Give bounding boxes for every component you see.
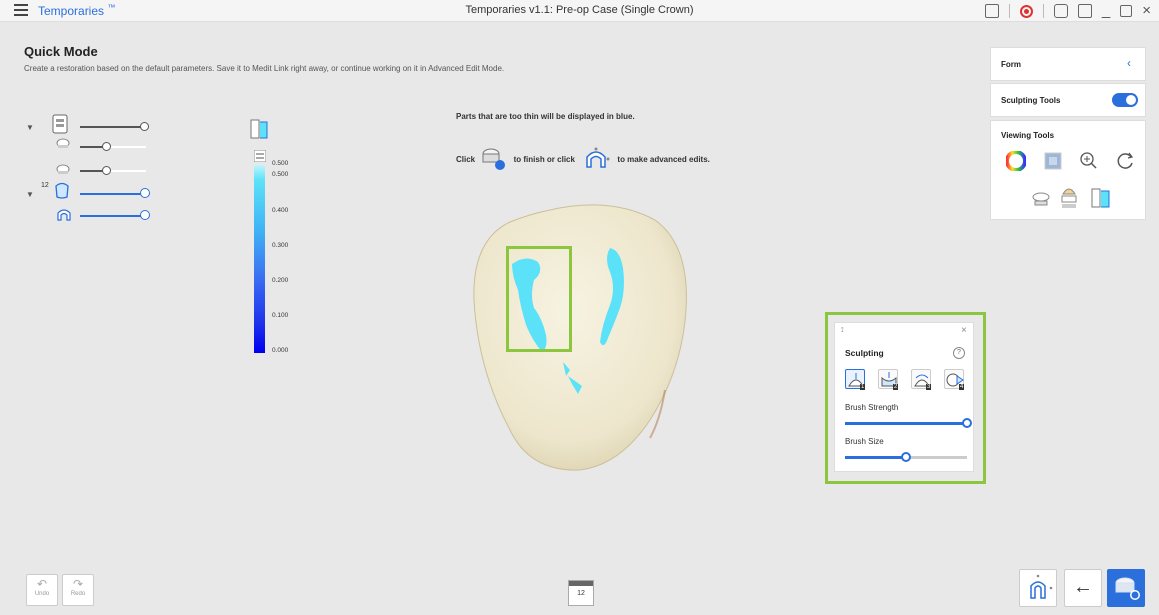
- form-label: Form: [1001, 60, 1021, 69]
- advanced-edit-icon: [1030, 574, 1053, 599]
- window-controls: _ ×: [984, 2, 1151, 20]
- restoration-opacity-slider-track[interactable]: [80, 215, 144, 217]
- divider: [1008, 4, 1010, 18]
- opacity-slider-rest: [106, 170, 146, 172]
- close-icon[interactable]: ×: [961, 325, 967, 336]
- collapse-chevron-icon[interactable]: ‹: [1127, 56, 1131, 70]
- crown-3d-model[interactable]: [460, 200, 700, 490]
- opacity-slider-knob[interactable]: [140, 122, 149, 131]
- finish-restoration-icon: [482, 148, 506, 170]
- undo-icon: ↶: [36, 577, 48, 591]
- restoration-opacity-slider-knob[interactable]: [140, 210, 150, 220]
- brush-size-label: Brush Size: [845, 437, 884, 446]
- redo-button[interactable]: ↷ Redo: [62, 574, 94, 606]
- help-icon[interactable]: ?: [953, 347, 965, 359]
- color-bar-label: 0.000: [272, 347, 289, 354]
- redo-label: Redo: [70, 591, 86, 597]
- tooth-selector-button[interactable]: 12: [568, 580, 594, 606]
- calendar-day: 12: [577, 590, 585, 597]
- color-bar-label: 0.500: [272, 160, 289, 167]
- click-hint-text: to finish or click: [513, 155, 575, 165]
- color-bar-label: 0.200: [272, 277, 289, 284]
- brush-strength-slider[interactable]: [845, 422, 967, 425]
- texture-cube-icon[interactable]: [1044, 152, 1062, 170]
- brush-number: 3: [926, 384, 932, 390]
- thickness-map-icon[interactable]: [250, 118, 268, 140]
- prep-model-icon: [56, 164, 70, 174]
- advanced-edit-icon: [586, 147, 610, 168]
- zoom-icon[interactable]: [1079, 151, 1099, 171]
- screen-capture-icon[interactable]: [984, 4, 999, 18]
- color-bar-label: 0.300: [272, 242, 289, 249]
- title-bar: Temporaries ™ Temporaries v1.1: Pre-op C…: [0, 0, 1159, 22]
- sculpting-tools-panel: Sculpting Tools: [990, 83, 1146, 117]
- brush-size-fill: [845, 456, 906, 459]
- click-hint: Click to finish or click to make advance…: [456, 145, 710, 175]
- color-bar-label: 0.500: [272, 171, 289, 178]
- brush-number: 1: [860, 384, 866, 390]
- opacity-slider-rest: [106, 146, 146, 148]
- crown-icon: [55, 182, 69, 199]
- sculpting-dialog: ⟟ × Sculpting ? 1 2 3 4 Brush Strength B…: [834, 322, 974, 472]
- close-icon[interactable]: ×: [1142, 3, 1151, 18]
- color-bar-label: 0.100: [272, 312, 289, 319]
- page-description: Create a restoration based on the defaul…: [24, 64, 505, 73]
- arrow-left-icon: ←: [1073, 576, 1093, 598]
- opacity-slider-track[interactable]: [80, 126, 144, 128]
- layer-tree: ▼ ▼ 12: [24, 114, 264, 230]
- thickness-color-bar: [254, 165, 265, 353]
- finish-button[interactable]: [1107, 569, 1145, 607]
- opacity-slider-knob[interactable]: [102, 142, 111, 151]
- camera-icon[interactable]: [1053, 4, 1068, 18]
- undo-button[interactable]: ↶ Undo: [26, 574, 58, 606]
- tooth-number: 12: [41, 182, 49, 189]
- minimize-icon[interactable]: _: [1102, 3, 1110, 18]
- opacity-slider-knob[interactable]: [102, 166, 111, 175]
- undo-label: Undo: [34, 591, 50, 597]
- pin-icon[interactable]: ⟟: [841, 327, 844, 335]
- page-title: Quick Mode: [24, 44, 98, 59]
- divider: [1042, 4, 1044, 18]
- maximize-icon[interactable]: [1120, 5, 1133, 17]
- brush-strength-fill: [845, 422, 967, 425]
- settings-sliders-icon[interactable]: [254, 150, 266, 162]
- viewing-tools-panel: Viewing Tools: [990, 120, 1146, 220]
- thickness-view-icon[interactable]: [1091, 187, 1111, 209]
- color-wheel-icon[interactable]: [1006, 151, 1026, 171]
- form-panel[interactable]: Form ‹: [990, 47, 1146, 81]
- thin-area-highlight: [506, 246, 572, 352]
- brush-strength-label: Brush Strength: [845, 403, 899, 412]
- scan-data-icon: [52, 114, 68, 134]
- click-hint-text: Click: [456, 155, 476, 165]
- collapse-caret-icon[interactable]: ▼: [26, 190, 34, 199]
- thin-parts-hint: Parts that are too thin will be displaye…: [456, 112, 635, 121]
- calendar-header: [569, 581, 593, 586]
- occlusion-view-icon[interactable]: [1029, 187, 1053, 209]
- arch-view-icon[interactable]: [1059, 184, 1079, 210]
- crown-opacity-slider-track[interactable]: [80, 193, 144, 195]
- color-bar-label: 0.400: [272, 207, 289, 214]
- collapse-caret-icon[interactable]: ▼: [26, 123, 34, 132]
- click-hint-text: to make advanced edits.: [617, 155, 710, 165]
- viewing-tools-label: Viewing Tools: [1001, 131, 1055, 140]
- brush-strength-knob[interactable]: [962, 418, 972, 428]
- brush-number: 2: [893, 384, 899, 390]
- sculpting-tools-toggle[interactable]: [1112, 93, 1138, 107]
- restore-windows-icon[interactable]: [1077, 4, 1092, 18]
- antagonist-icon: [56, 138, 70, 148]
- record-icon[interactable]: [1019, 4, 1033, 18]
- redo-icon: ↷: [72, 577, 84, 591]
- sculpting-tools-label: Sculpting Tools: [1001, 96, 1061, 105]
- restoration-icon: [57, 209, 71, 221]
- finish-restoration-icon: [1115, 577, 1140, 600]
- advanced-edit-button[interactable]: [1019, 569, 1057, 607]
- reset-view-icon[interactable]: [1115, 151, 1135, 171]
- crown-opacity-slider-knob[interactable]: [140, 188, 150, 198]
- brush-number: 4: [959, 384, 965, 390]
- brush-size-knob[interactable]: [901, 452, 911, 462]
- sculpting-title: Sculpting: [845, 348, 884, 358]
- back-button[interactable]: ←: [1064, 569, 1102, 607]
